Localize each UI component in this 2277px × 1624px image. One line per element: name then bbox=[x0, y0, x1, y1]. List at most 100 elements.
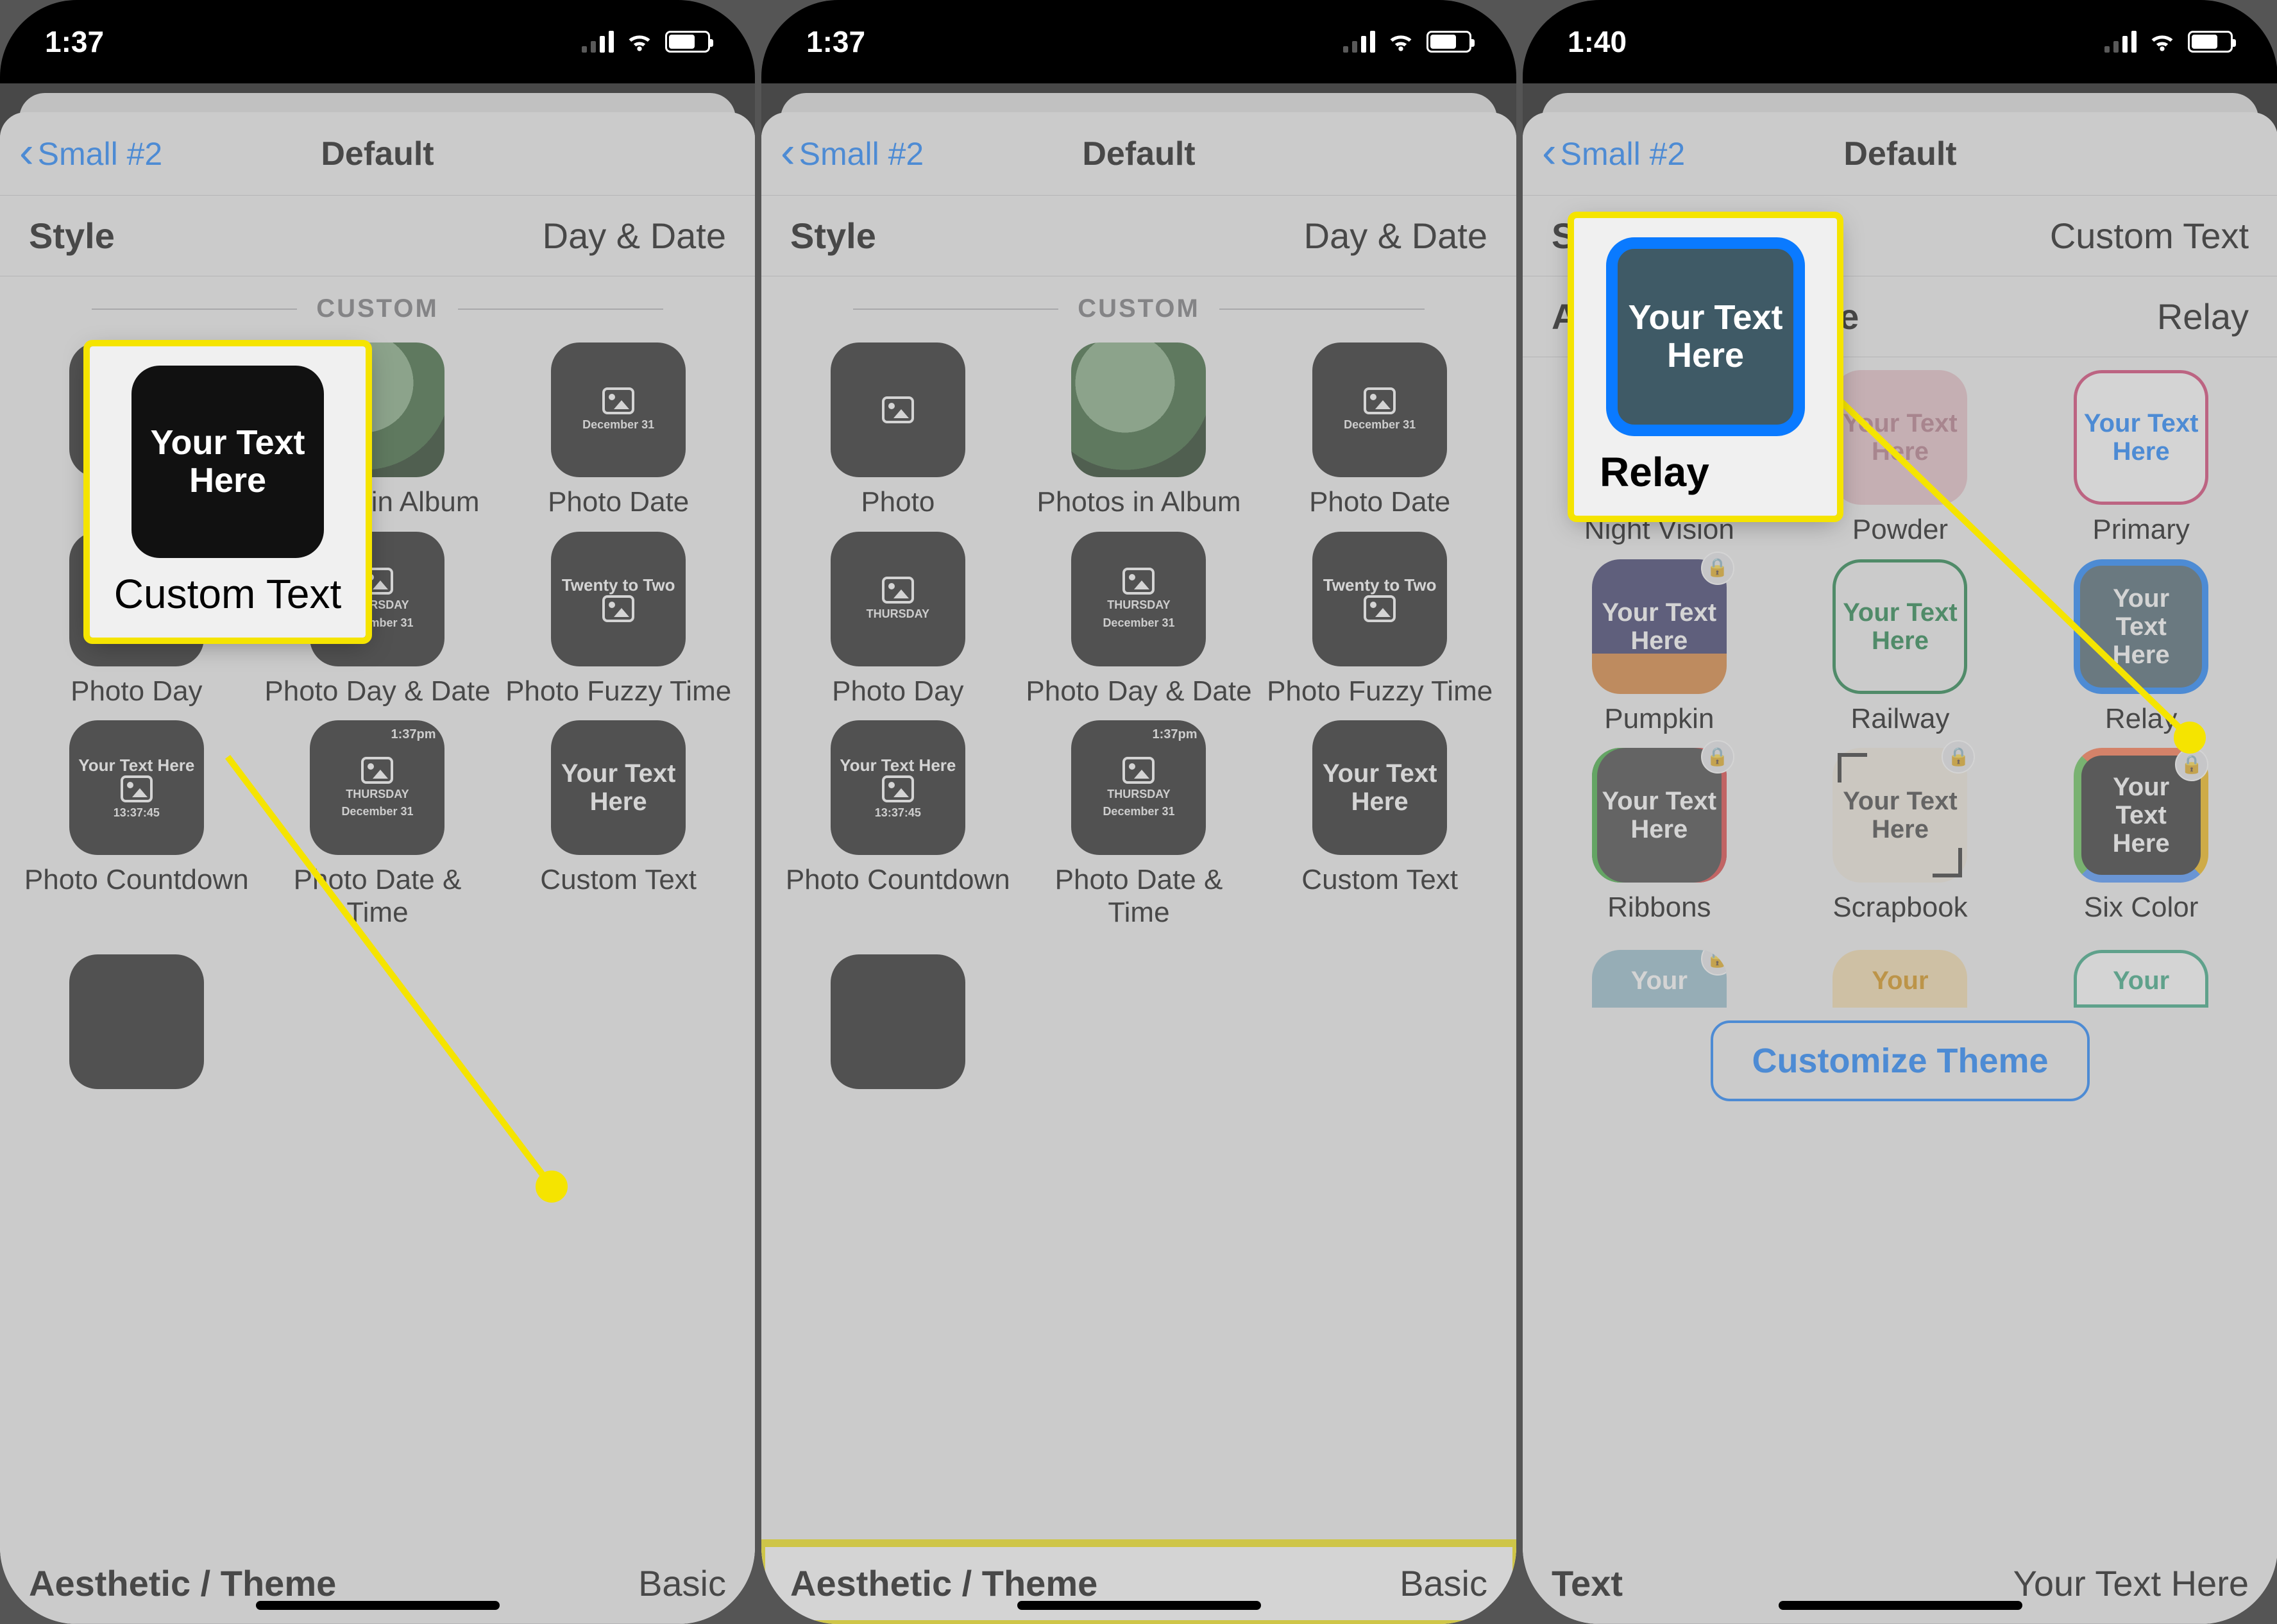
status-time: 1:40 bbox=[1568, 24, 2104, 59]
style-grid: PhotoPhotos in AlbumDecember 31Photo Dat… bbox=[761, 330, 1516, 954]
lock-icon: 🔒 bbox=[2175, 748, 2208, 781]
style-tile-photo-countdown: Your Text Here13:37:45 bbox=[831, 720, 965, 855]
wifi-icon bbox=[1387, 28, 1415, 56]
style-caption-custom-text: Custom Text bbox=[1301, 864, 1458, 897]
theme-tile-pumpkin: Your Text Here🔒 bbox=[1592, 559, 1727, 694]
style-grid-partial bbox=[761, 954, 1516, 1115]
callout-relay: Your Text Here Relay bbox=[1574, 218, 1837, 516]
theme-caption-night-vision: Night Vision bbox=[1584, 514, 1734, 546]
theme-tile-six-color: Your Text Here🔒 bbox=[2074, 748, 2208, 883]
theme-grid-partial: Your🔒 Your Your bbox=[1523, 950, 2277, 1014]
navbar: ‹ Small #2 Default bbox=[761, 112, 1516, 196]
theme-tile-railway: Your Text Here bbox=[1833, 559, 1967, 694]
style-tile-photo-date: December 31 bbox=[1312, 343, 1447, 477]
home-indicator[interactable] bbox=[1779, 1601, 2022, 1610]
style-cell-photo-day-date[interactable]: THURSDAYDecember 31Photo Day & Date bbox=[1022, 532, 1257, 708]
style-caption-photo-day: Photo Day bbox=[71, 675, 202, 708]
aesthetic-label: Aesthetic / Theme bbox=[790, 1562, 1097, 1604]
cellular-icon bbox=[2104, 31, 2137, 53]
cellular-icon bbox=[1343, 31, 1375, 53]
style-cell-extra[interactable] bbox=[781, 954, 1015, 1089]
theme-caption-railway: Railway bbox=[1850, 703, 1949, 736]
style-cell-photo-countdown[interactable]: Your Text Here13:37:45 Photo Countdown bbox=[781, 720, 1015, 929]
theme-cell-partial-1[interactable]: Your🔒 bbox=[1542, 950, 1777, 1008]
card-stack-front: ‹ Small #2 Default Style Day & Date CUST… bbox=[761, 112, 1516, 1624]
style-cell-extra[interactable] bbox=[19, 954, 254, 1089]
text-row[interactable]: Text Your Text Here bbox=[1523, 1543, 2277, 1624]
style-tile-photo-date-time: 1:37pmTHURSDAYDecember 31 bbox=[1071, 720, 1206, 855]
style-caption-photo-countdown: Photo Countdown bbox=[786, 864, 1010, 897]
theme-cell-six-color[interactable]: Your Text Here🔒 Six Color bbox=[2024, 748, 2258, 924]
aesthetic-value: Basic bbox=[1400, 1562, 1487, 1604]
style-cell-photo-date-time[interactable]: 1:37pmTHURSDAYDecember 31Photo Date & Ti… bbox=[1022, 720, 1257, 929]
nav-back-button[interactable]: ‹ Small #2 bbox=[1542, 134, 1685, 174]
chevron-left-icon: ‹ bbox=[1542, 130, 1557, 174]
status-time: 1:37 bbox=[45, 24, 582, 59]
status-icons bbox=[2104, 28, 2233, 56]
chevron-left-icon: ‹ bbox=[19, 130, 34, 174]
style-caption-photo-fuzzy-time: Photo Fuzzy Time bbox=[1267, 675, 1493, 708]
theme-cell-ribbons[interactable]: Your Text Here🔒Ribbons bbox=[1542, 748, 1777, 924]
theme-tile-scrapbook: Your Text Here🔒 bbox=[1833, 748, 1967, 883]
style-cell-photo-date-time[interactable]: 1:37pmTHURSDAYDecember 31 Photo Date & Ti… bbox=[260, 720, 495, 929]
wifi-icon bbox=[2148, 28, 2176, 56]
style-cell-photo-day[interactable]: THURSDAYPhoto Day bbox=[781, 532, 1015, 708]
style-caption-photo-fuzzy-time: Photo Fuzzy Time bbox=[505, 675, 731, 708]
style-cell-photo-fuzzy-time[interactable]: Twenty to Two Photo Fuzzy Time bbox=[501, 532, 736, 708]
style-cell-photo-countdown[interactable]: Your Text Here13:37:45Photo Countdown bbox=[19, 720, 254, 929]
aesthetic-theme-row[interactable]: Aesthetic / Theme Basic bbox=[0, 1543, 755, 1624]
style-tile-photo-fuzzy-time: Twenty to Two bbox=[551, 532, 686, 666]
phone-panel-3: 1:40 ‹ Small #2 Default Style bbox=[1523, 0, 2277, 1624]
home-indicator[interactable] bbox=[1017, 1601, 1261, 1610]
style-tile-photo-day: THURSDAY bbox=[831, 532, 965, 666]
theme-cell-relay[interactable]: Your Text HereRelay bbox=[2024, 559, 2258, 736]
style-cell-custom-text[interactable]: Your Text HereCustom Text bbox=[501, 720, 736, 929]
style-value: Day & Date bbox=[543, 215, 726, 257]
style-tile-extra bbox=[831, 954, 965, 1089]
style-label: Style bbox=[790, 215, 876, 257]
home-indicator[interactable] bbox=[256, 1601, 500, 1610]
style-cell-photo-fuzzy-time[interactable]: Twenty to TwoPhoto Fuzzy Time bbox=[1262, 532, 1497, 708]
photo-icon bbox=[882, 775, 914, 802]
theme-cell-partial-2[interactable]: Your bbox=[1783, 950, 2018, 1008]
photo-icon bbox=[602, 595, 634, 622]
style-caption-photo-day-date: Photo Day & Date bbox=[1026, 675, 1251, 708]
nav-back-button[interactable]: ‹ Small #2 bbox=[781, 134, 924, 174]
style-cell-photos-in-album[interactable]: Photos in Album bbox=[1022, 343, 1257, 519]
style-header-row[interactable]: Style Day & Date bbox=[0, 196, 755, 276]
callout-custom-text: Your Text Here Custom Text bbox=[90, 346, 366, 638]
theme-caption-six-color: Six Color bbox=[2084, 892, 2199, 924]
style-cell-custom-text[interactable]: Your Text HereCustom Text bbox=[1262, 720, 1497, 929]
theme-tile-powder: Your Text Here bbox=[1833, 370, 1967, 505]
style-label: Style bbox=[29, 215, 115, 257]
nav-back-label: Small #2 bbox=[799, 135, 924, 173]
style-caption-photo-date-time: Photo Date & Time bbox=[260, 864, 495, 929]
customize-theme-button[interactable]: Customize Theme bbox=[1711, 1020, 2089, 1101]
style-tile-extra bbox=[69, 954, 204, 1089]
status-bar: 1:40 bbox=[1523, 0, 2277, 83]
theme-cell-pumpkin[interactable]: Your Text Here🔒 Pumpkin bbox=[1542, 559, 1777, 736]
theme-tile-partial-2: Your bbox=[1833, 950, 1967, 1008]
theme-cell-scrapbook[interactable]: Your Text Here🔒Scrapbook bbox=[1783, 748, 2018, 924]
status-time: 1:37 bbox=[806, 24, 1343, 59]
style-header-row[interactable]: Style Day & Date bbox=[761, 196, 1516, 276]
wifi-icon bbox=[625, 28, 654, 56]
theme-cell-partial-3[interactable]: Your bbox=[2024, 950, 2258, 1008]
photo-icon bbox=[882, 396, 914, 423]
lock-icon: 🔒 bbox=[1701, 950, 1727, 976]
nav-back-button[interactable]: ‹ Small #2 bbox=[19, 134, 162, 174]
customize-theme-container: Customize Theme bbox=[1523, 1014, 2277, 1121]
theme-cell-primary[interactable]: Your Text HerePrimary bbox=[2024, 370, 2258, 546]
style-cell-photo-date[interactable]: December 31Photo Date bbox=[501, 343, 736, 519]
status-bar: 1:37 bbox=[761, 0, 1516, 83]
photo-icon bbox=[361, 757, 393, 784]
theme-tile-partial-3: Your bbox=[2074, 950, 2208, 1008]
style-tile-photo-date-time: 1:37pmTHURSDAYDecember 31 bbox=[310, 720, 444, 855]
theme-caption-pumpkin: Pumpkin bbox=[1604, 703, 1714, 736]
photo-icon bbox=[1122, 568, 1155, 595]
aesthetic-theme-row[interactable]: Aesthetic / Theme Basic bbox=[761, 1543, 1516, 1624]
theme-cell-railway[interactable]: Your Text Here Railway bbox=[1783, 559, 2018, 736]
style-cell-photo[interactable]: Photo bbox=[781, 343, 1015, 519]
style-cell-photo-date[interactable]: December 31Photo Date bbox=[1262, 343, 1497, 519]
theme-tile-primary: Your Text Here bbox=[2074, 370, 2208, 505]
